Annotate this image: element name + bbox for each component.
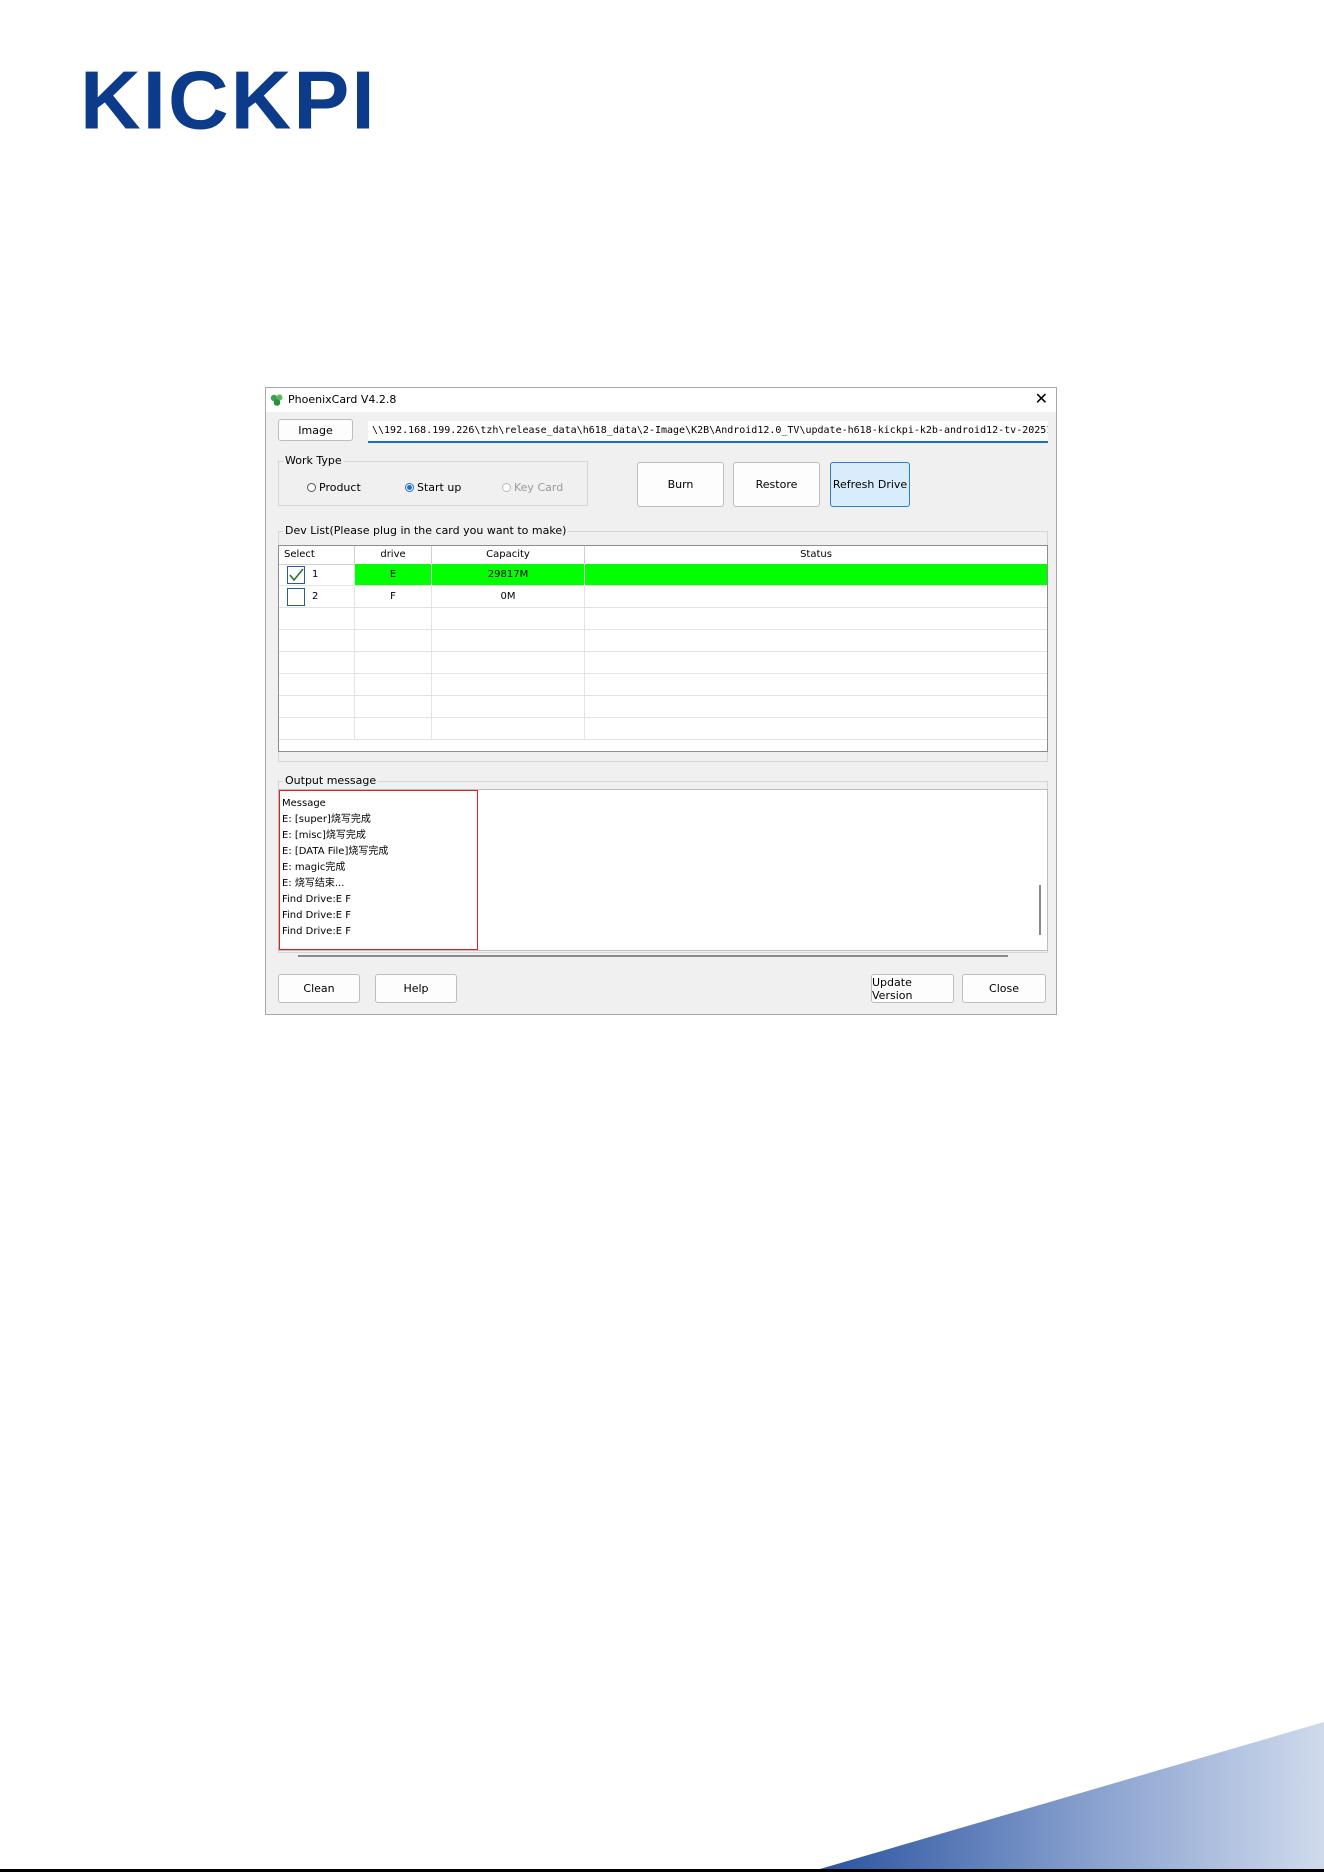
window-title: PhoenixCard V4.2.8 xyxy=(288,393,397,406)
capacity-cell: 0M xyxy=(432,586,585,607)
phoenix-app-icon xyxy=(270,394,283,406)
log-line: E: [super]烧写完成 xyxy=(282,814,371,825)
radio-key-card[interactable]: Key Card xyxy=(502,481,563,494)
radio-product-label: Product xyxy=(319,481,361,494)
image-path-field[interactable]: \\192.168.199.226\tzh\release_data\h618_… xyxy=(368,421,1048,443)
work-type-label: Work Type xyxy=(283,454,344,467)
table-header: Select drive Capacity Status xyxy=(279,546,1047,565)
row-checkbox[interactable] xyxy=(287,588,305,606)
log-line: Message xyxy=(282,798,326,809)
log-line: E: 烧写结束... xyxy=(282,878,345,889)
log-line: Find Drive:E F xyxy=(282,926,351,937)
col-capacity[interactable]: Capacity xyxy=(432,546,585,564)
empty-row xyxy=(279,630,1047,652)
restore-button[interactable]: Restore xyxy=(733,462,820,507)
row-number: 1 xyxy=(312,569,319,580)
radio-start-up-label: Start up xyxy=(417,481,462,494)
row-number: 2 xyxy=(312,591,319,602)
phoenixcard-window: PhoenixCard V4.2.8 ✕ Image \\192.168.199… xyxy=(265,387,1057,1015)
radio-product-circle xyxy=(307,483,316,492)
select-cell: 2 xyxy=(279,586,355,607)
vertical-scrollbar[interactable] xyxy=(1039,885,1041,935)
col-select[interactable]: Select xyxy=(279,546,355,564)
log-line: E: magic完成 xyxy=(282,862,346,873)
message-log: Message E: [super]烧写完成 E: [misc]烧写完成 E: … xyxy=(279,790,478,950)
empty-row xyxy=(279,608,1047,630)
title-bar: PhoenixCard V4.2.8 ✕ xyxy=(266,388,1056,412)
image-button[interactable]: Image xyxy=(278,419,353,441)
radio-start-up-circle xyxy=(405,483,414,492)
col-status[interactable]: Status xyxy=(585,546,1047,564)
dev-list-label: Dev List(Please plug in the card you wan… xyxy=(283,524,569,537)
status-cell xyxy=(585,586,1047,607)
empty-row xyxy=(279,674,1047,696)
update-version-button[interactable]: Update Version xyxy=(871,974,954,1003)
col-drive[interactable]: drive xyxy=(355,546,432,564)
radio-key-card-circle xyxy=(502,483,511,492)
output-message-panel[interactable]: Message E: [super]烧写完成 E: [misc]烧写完成 E: … xyxy=(278,789,1048,951)
drive-cell: F xyxy=(355,586,432,607)
window-close-icon[interactable]: ✕ xyxy=(1035,390,1048,408)
empty-row xyxy=(279,652,1047,674)
log-line: E: [misc]烧写完成 xyxy=(282,830,366,841)
close-button[interactable]: Close xyxy=(962,974,1046,1003)
dev-list-table: Select drive Capacity Status 1 E 29817M … xyxy=(278,545,1048,752)
clean-button[interactable]: Clean xyxy=(278,974,360,1003)
log-line: E: [DATA File]烧写完成 xyxy=(282,846,389,857)
radio-key-card-label: Key Card xyxy=(514,481,564,494)
log-line: Find Drive:E F xyxy=(282,910,351,921)
horizontal-scrollbar[interactable] xyxy=(298,955,1008,957)
row-checkbox[interactable] xyxy=(287,566,305,584)
burn-button[interactable]: Burn xyxy=(637,462,724,507)
checkmark-icon xyxy=(289,568,304,582)
empty-row xyxy=(279,718,1047,740)
refresh-drive-button[interactable]: Refresh Drive xyxy=(830,462,910,507)
output-label: Output message xyxy=(283,774,379,787)
drive-cell: E xyxy=(355,564,432,585)
capacity-cell: 29817M xyxy=(432,564,585,585)
radio-product[interactable]: Product xyxy=(307,481,361,494)
empty-row xyxy=(279,696,1047,718)
table-row[interactable]: 2 F 0M xyxy=(279,586,1047,608)
table-row[interactable]: 1 E 29817M xyxy=(279,564,1047,586)
radio-start-up[interactable]: Start up xyxy=(405,481,461,494)
status-cell xyxy=(585,564,1047,585)
select-cell: 1 xyxy=(279,564,355,585)
log-line: Find Drive:E F xyxy=(282,894,351,905)
help-button[interactable]: Help xyxy=(375,974,457,1003)
kickpi-logo: KICKPI xyxy=(80,53,377,147)
